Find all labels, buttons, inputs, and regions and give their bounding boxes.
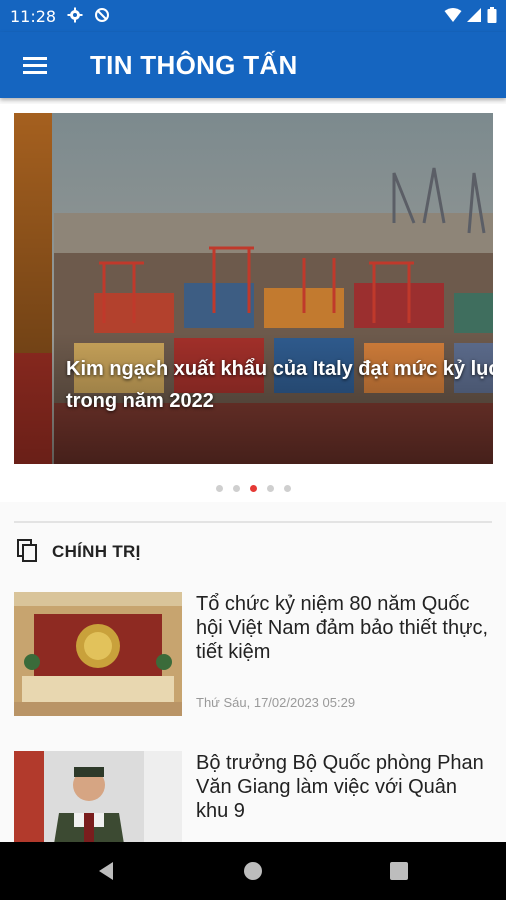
settings-icon	[67, 7, 83, 23]
article-item[interactable]: Tổ chức kỷ niệm 80 năm Quốc hội Việt Nam…	[14, 592, 492, 716]
section-divider	[14, 521, 492, 523]
article-thumbnail	[14, 751, 182, 843]
slide-title-line2: trong năm 2022	[66, 390, 214, 412]
copy-icon	[17, 539, 37, 562]
carousel-slide[interactable]: Kim ngạch xuất khẩu của Italy đạt mức kỷ…	[14, 113, 493, 464]
carousel-indicator	[0, 485, 506, 495]
battery-icon	[487, 7, 497, 23]
menu-icon[interactable]	[18, 51, 52, 79]
section-title: CHÍNH TRỊ	[52, 542, 141, 561]
wifi-icon	[444, 8, 462, 22]
app-title: TIN THÔNG TẤN	[90, 50, 298, 80]
app-bar: TIN THÔNG TẤN	[0, 32, 506, 98]
system-nav-bar	[0, 842, 506, 900]
signal-icon	[467, 8, 481, 22]
article-time: Thứ Sáu, 17/02/2023 05:29	[196, 695, 356, 710]
carousel-dot[interactable]	[266, 485, 274, 492]
carousel-dot-active[interactable]	[249, 485, 257, 492]
slide-title[interactable]: Kim ngạch xuất khẩu của Italy đạt mức kỷ…	[66, 353, 493, 417]
carousel-dot[interactable]	[215, 485, 223, 492]
back-icon[interactable]	[94, 859, 118, 883]
carousel-dot[interactable]	[283, 485, 291, 492]
status-time: 11:28	[10, 7, 57, 26]
home-icon[interactable]	[241, 859, 265, 883]
slide-title-line1: Kim ngạch xuất khẩu của Italy đạt mức kỷ…	[66, 358, 493, 380]
status-bar: 11:28	[0, 0, 506, 32]
article-title[interactable]: Tổ chức kỷ niệm 80 năm Quốc hội Việt Nam…	[196, 592, 492, 664]
article-item[interactable]: Bộ trưởng Bộ Quốc phòng Phan Văn Giang l…	[14, 751, 492, 843]
article-title[interactable]: Bộ trưởng Bộ Quốc phòng Phan Văn Giang l…	[196, 751, 492, 823]
article-thumbnail	[14, 592, 182, 716]
featured-carousel[interactable]: Kim ngạch xuất khẩu của Italy đạt mức kỷ…	[0, 104, 506, 502]
data-saver-icon	[95, 8, 109, 22]
carousel-dot[interactable]	[232, 485, 240, 492]
recents-icon[interactable]	[387, 859, 411, 883]
